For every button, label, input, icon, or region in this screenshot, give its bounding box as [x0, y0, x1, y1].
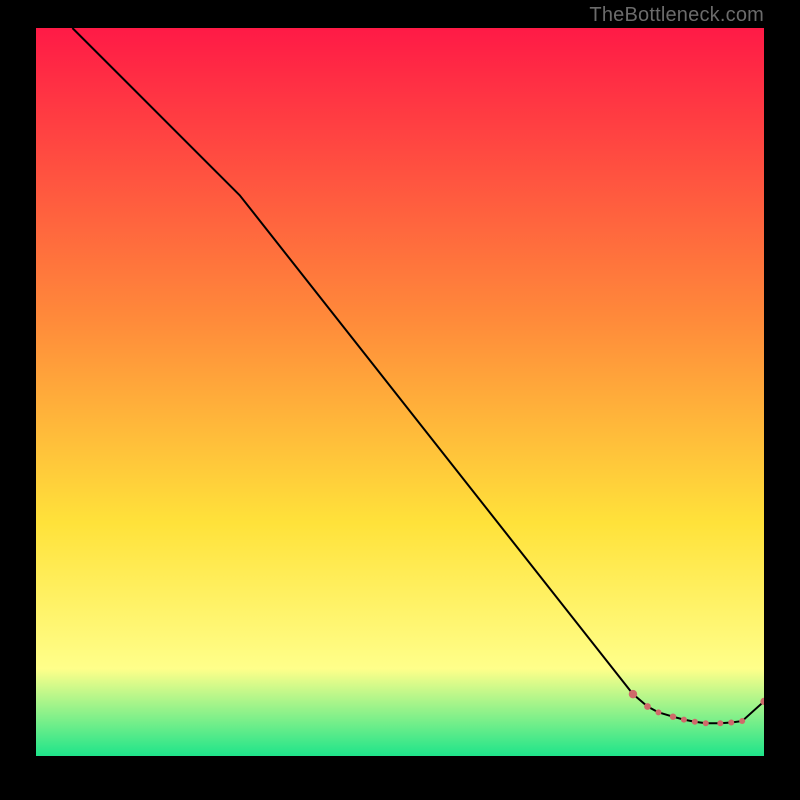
marker-dot	[644, 703, 651, 710]
watermark-text: TheBottleneck.com	[589, 4, 764, 27]
marker-dot	[728, 720, 734, 726]
marker-dot	[670, 713, 676, 719]
marker-dot	[739, 718, 745, 724]
marker-dot	[717, 720, 723, 726]
plot-area	[36, 28, 764, 756]
marker-dot	[629, 690, 637, 698]
chart-frame: TheBottleneck.com	[0, 0, 800, 800]
chart-overlay	[36, 28, 764, 756]
marker-dot	[703, 720, 709, 726]
marker-dot	[655, 709, 661, 715]
marker-dot	[692, 719, 698, 725]
curve-line	[72, 28, 764, 723]
marker-dot	[681, 717, 687, 723]
